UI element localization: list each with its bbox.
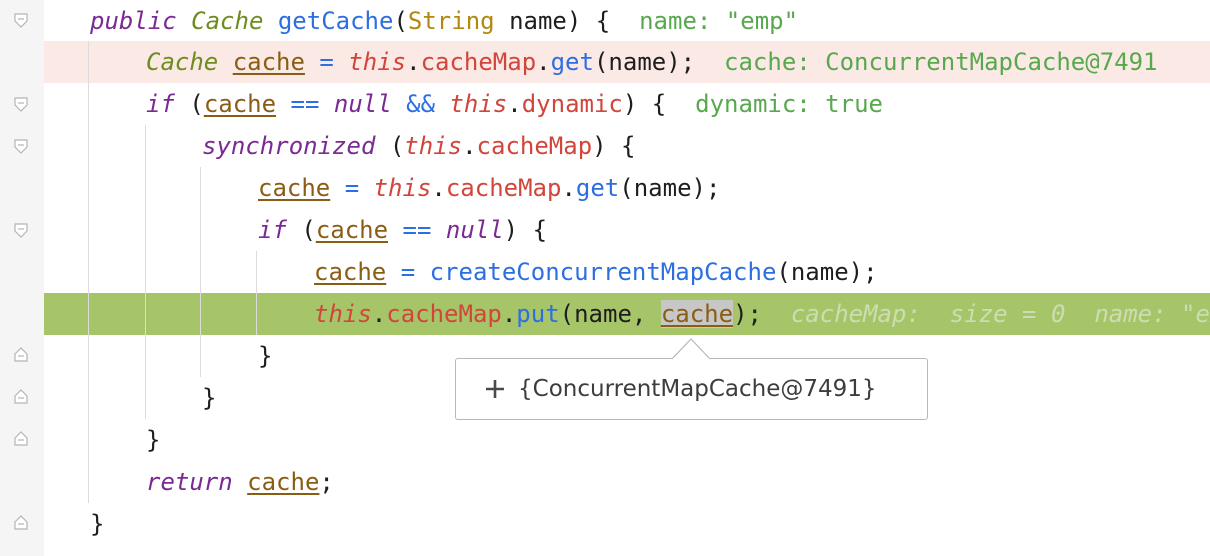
code-line-4[interactable]: synchronized (this.cacheMap) { [202, 125, 636, 167]
method-name: createConcurrentMapCache [429, 258, 777, 286]
debug-value-tooltip[interactable]: + {ConcurrentMapCache@7491} [455, 358, 928, 420]
field: cacheMap [476, 132, 593, 160]
variable: cache [314, 258, 387, 286]
indent-guide [145, 125, 146, 419]
tooltip-pointer [672, 338, 710, 360]
fold-close-icon[interactable] [14, 388, 28, 404]
code-line-5[interactable]: cache = this.cacheMap.get(name); [258, 167, 720, 209]
fold-close-icon[interactable] [14, 514, 28, 530]
fold-close-icon[interactable] [14, 430, 28, 446]
method-name: getCache [277, 7, 394, 35]
closing-brace: } [90, 510, 105, 538]
keyword: this [314, 300, 372, 328]
keyword: if [258, 216, 287, 244]
type-name: Cache [146, 48, 219, 76]
indent-guide [88, 41, 89, 503]
keyword: public [90, 7, 177, 35]
method-name: get [550, 48, 594, 76]
code-line-3[interactable]: if (cache == null && this.dynamic) { dyn… [146, 83, 883, 125]
fold-close-icon[interactable] [14, 346, 28, 362]
keyword: null [333, 90, 392, 118]
argument: name [574, 300, 632, 328]
indent-guide [256, 251, 257, 335]
field: cacheMap [445, 174, 562, 202]
fold-open-icon[interactable] [14, 223, 28, 239]
field: cacheMap [420, 48, 537, 76]
keyword: return [146, 468, 233, 496]
variable: cache [315, 216, 389, 244]
tooltip-value: {ConcurrentMapCache@7491} [518, 376, 877, 402]
keyword: this [373, 174, 432, 202]
keyword: this [449, 90, 508, 118]
fold-open-icon[interactable] [14, 139, 28, 155]
keyword: synchronized [202, 132, 376, 160]
field: cacheMap [386, 300, 502, 328]
keyword: this [404, 132, 463, 160]
debug-inline-value: name: "emp [1094, 300, 1210, 328]
code-line-8-current[interactable]: this.cacheMap.put(name, cache); cacheMap… [314, 293, 1210, 335]
type-name: Cache [191, 7, 264, 35]
variable: cache [203, 90, 277, 118]
indent-guide [200, 167, 201, 377]
code-line-1[interactable]: public Cache getCache(String name) { nam… [90, 0, 798, 42]
hovered-variable[interactable]: cache [660, 300, 734, 328]
code-line-7[interactable]: cache = createConcurrentMapCache(name); [314, 251, 878, 293]
type-name: String [407, 7, 495, 35]
fold-open-icon[interactable] [14, 97, 28, 113]
field: dynamic [521, 90, 623, 118]
editor-gutter [0, 0, 44, 556]
closing-brace: } [202, 384, 217, 412]
fold-open-icon[interactable] [14, 13, 28, 29]
keyword: this [348, 48, 407, 76]
method-name: get [575, 174, 620, 202]
keyword: if [146, 90, 175, 118]
argument: name [608, 48, 667, 76]
code-line-6[interactable]: if (cache == null) { [258, 209, 547, 251]
parameter: name [509, 7, 567, 35]
debug-inline-value: cacheMap: size = 0 [790, 300, 1066, 328]
code-line-12[interactable]: return cache; [146, 461, 334, 503]
keyword: null [445, 216, 504, 244]
code-line-2[interactable]: Cache cache = this.cacheMap.get(name); c… [146, 41, 1158, 83]
argument: name [790, 258, 849, 286]
variable: cache [247, 468, 320, 496]
debug-inline-value: cache: ConcurrentMapCache@7491 [724, 48, 1158, 76]
method-name: put [516, 300, 560, 328]
closing-brace: } [258, 342, 273, 370]
expand-plus-icon[interactable]: + [484, 378, 506, 400]
variable: cache [258, 174, 331, 202]
closing-brace: } [146, 426, 161, 454]
argument: name [633, 174, 692, 202]
debug-inline-value: dynamic: true [695, 90, 883, 118]
debug-inline-value: name: "emp" [639, 7, 799, 35]
variable: cache [232, 48, 305, 76]
